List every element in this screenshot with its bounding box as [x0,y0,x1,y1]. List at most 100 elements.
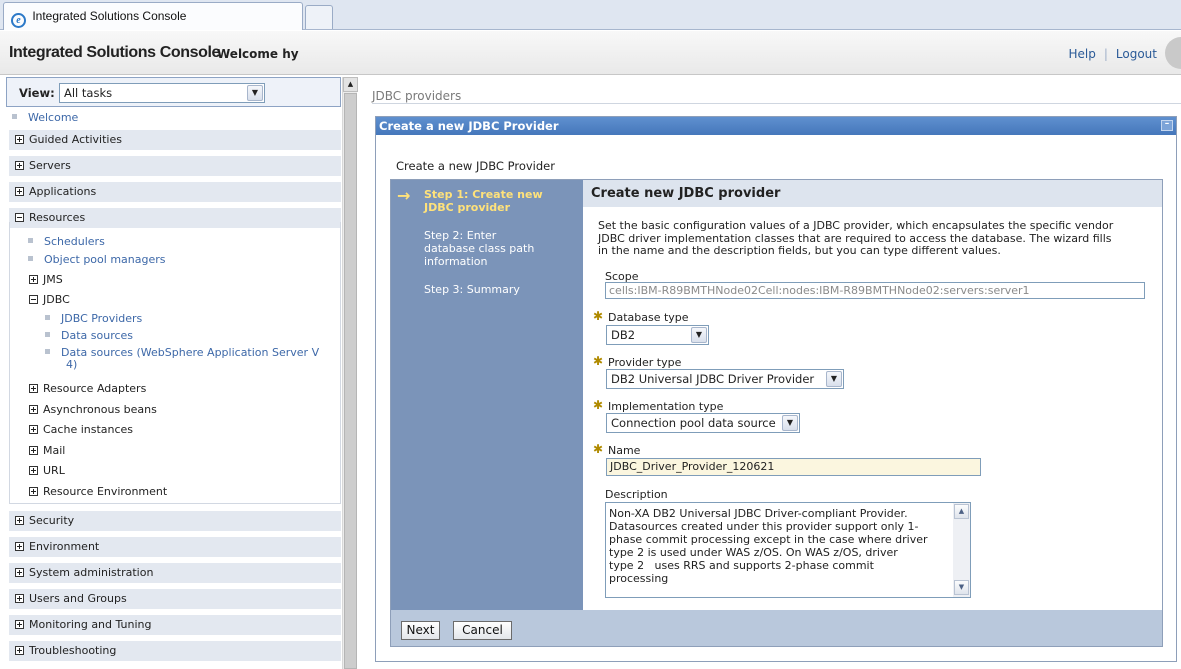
nav-link-label: Object pool managers [44,253,166,266]
nav-category-security[interactable]: Security [9,511,341,531]
panel-title-text: Create a new JDBC Provider [379,119,559,133]
chevron-down-icon[interactable]: ▼ [826,371,842,387]
wizard-step-3[interactable]: Step 3: Summary [424,283,574,296]
description-line: type 2 is used under WAS z/OS. On WAS z/… [609,546,898,559]
scroll-down-arrow-icon[interactable]: ▼ [954,580,969,595]
wizard-step-1[interactable]: Step 1: Create new JDBC provider [424,188,574,214]
chevron-down-icon[interactable]: ▼ [691,327,707,343]
nav-node-resource-environment[interactable]: Resource Environment [29,485,167,498]
bullet-icon [45,315,50,320]
minimize-icon[interactable]: – [1161,120,1173,131]
nav-node-jdbc[interactable]: JDBC [29,293,70,306]
nav-node-asynchronous-beans[interactable]: Asynchronous beans [29,403,157,416]
nav-category-applications[interactable]: Applications [9,182,341,202]
database-type-label: Database type [608,311,689,324]
nav-category-servers[interactable]: Servers [9,156,341,176]
browser-tab-active[interactable]: e Integrated Solutions Console [3,2,303,30]
expand-icon[interactable] [29,487,38,496]
nav-node-label: Resource Environment [43,485,168,498]
expand-icon[interactable] [15,161,24,170]
nav-link-schedulers[interactable]: Schedulers [28,235,105,248]
wizard-footer: Next Cancel [391,610,1162,646]
description-line: phase commit processing except in the ca… [609,533,928,546]
nav-node-label: URL [43,464,65,477]
nav-link-label: Data sources (WebSphere Application Serv… [61,346,320,359]
wizard-step-2[interactable]: Step 2: Enter database class path inform… [424,229,574,268]
next-button[interactable]: Next [401,621,440,640]
expand-icon[interactable] [29,384,38,393]
name-field[interactable]: JDBC_Driver_Provider_120621 [606,458,981,476]
nav-category-label: Guided Activities [29,133,122,146]
wizard-step-label: Step 2: Enter [424,229,497,242]
expand-icon[interactable] [29,446,38,455]
expand-icon[interactable] [29,466,38,475]
expand-icon[interactable] [15,187,24,196]
nav-category-troubleshooting[interactable]: Troubleshooting [9,641,341,661]
nav-category-label: Monitoring and Tuning [29,618,152,631]
expand-icon[interactable] [15,516,24,525]
form-intro: Set the basic configuration values of a … [598,219,1143,258]
implementation-type-label: Implementation type [608,400,724,413]
nav-node-mail[interactable]: Mail [29,444,65,457]
nav-node-cache-instances[interactable]: Cache instances [29,423,133,436]
nav-category-label: Security [29,514,75,527]
nav-node-resource-adapters[interactable]: Resource Adapters [29,382,146,395]
collapse-icon[interactable] [29,295,38,304]
cancel-button[interactable]: Cancel [453,621,512,640]
nav-category-label: System administration [29,566,154,579]
nav-link-data-sources[interactable]: Data sources [45,329,133,342]
nav-link-data-sources-v4[interactable]: Data sources (WebSphere Application Serv… [45,347,319,371]
description-label: Description [605,488,668,501]
expand-icon[interactable] [15,594,24,603]
bullet-icon [12,114,17,119]
scroll-up-arrow-icon[interactable]: ▲ [954,504,969,519]
description-field[interactable]: Non-XA DB2 Universal JDBC Driver-complia… [605,502,971,598]
navigation-scrollbar[interactable]: ▲ [342,77,358,669]
view-select[interactable]: All tasks ▼ [59,83,265,103]
nav-category-guided-activities[interactable]: Guided Activities [9,130,341,150]
provider-type-value: DB2 Universal JDBC Driver Provider [611,372,815,386]
nav-link-label-cont: 4) [66,358,78,371]
wizard-steps: → Step 1: Create new JDBC provider Step … [391,180,583,610]
arrow-right-icon: → [397,186,411,205]
description-scrollbar[interactable]: ▲ ▼ [953,503,970,597]
provider-type-select[interactable]: DB2 Universal JDBC Driver Provider ▼ [606,369,844,389]
description-line: type 2 uses RRS and supports 2-phase com… [609,559,874,572]
nav-node-jms[interactable]: JMS [29,273,63,286]
expand-icon[interactable] [29,425,38,434]
database-type-value: DB2 [611,328,636,342]
help-link[interactable]: Help [1069,47,1096,61]
scroll-up-arrow-icon[interactable]: ▲ [343,77,358,92]
expand-icon[interactable] [29,275,38,284]
logout-link[interactable]: Logout [1116,47,1157,61]
scrollbar-thumb[interactable] [344,93,357,669]
new-tab-button[interactable] [305,5,333,29]
implementation-type-select[interactable]: Connection pool data source ▼ [606,413,800,433]
nav-node-url[interactable]: URL [29,464,65,477]
nav-category-system-administration[interactable]: System administration [9,563,341,583]
nav-category-users-and-groups[interactable]: Users and Groups [9,589,341,609]
nav-link-jdbc-providers[interactable]: JDBC Providers [45,312,142,325]
nav-category-label: Servers [29,159,71,172]
expand-icon[interactable] [15,620,24,629]
resources-subtree: Schedulers Object pool managers JMS JDBC… [9,222,341,504]
collapse-icon[interactable] [15,213,24,222]
required-icon: ✱ [593,354,604,368]
required-icon: ✱ [593,398,604,412]
nav-category-environment[interactable]: Environment [9,537,341,557]
chevron-down-icon[interactable]: ▼ [782,415,798,431]
wizard-form: Create new JDBC provider Set the basic c… [583,180,1162,610]
expand-icon[interactable] [15,568,24,577]
expand-icon[interactable] [29,405,38,414]
expand-icon[interactable] [15,646,24,655]
nav-node-label: JDBC [43,293,70,306]
description-line: Non-XA DB2 Universal JDBC Driver-complia… [609,507,908,520]
database-type-select[interactable]: DB2 ▼ [606,325,709,345]
nav-link-object-pool-managers[interactable]: Object pool managers [28,253,166,266]
chevron-down-icon[interactable]: ▼ [247,85,263,101]
nav-category-monitoring-and-tuning[interactable]: Monitoring and Tuning [9,615,341,635]
expand-icon[interactable] [15,135,24,144]
nav-welcome-link[interactable]: Welcome [12,111,78,124]
expand-icon[interactable] [15,542,24,551]
wizard-step-label: Step 1: Create new [424,188,543,201]
